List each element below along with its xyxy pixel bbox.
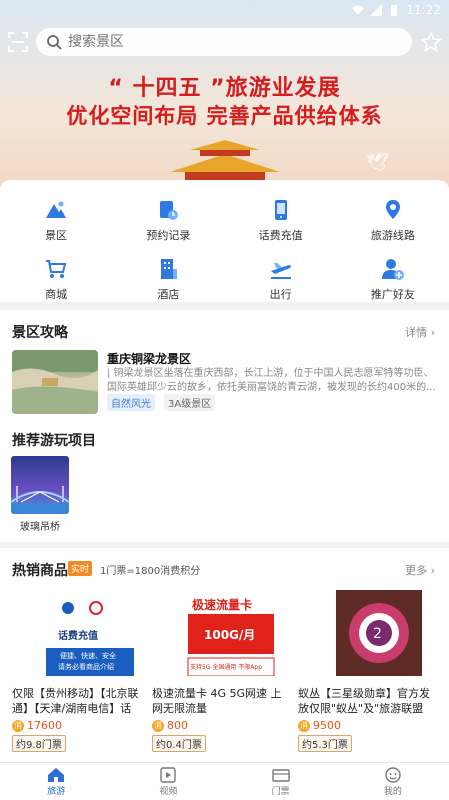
nav-label: 我的 (383, 786, 402, 797)
product-image-subtitle: 100G/月 (204, 628, 256, 642)
search-input[interactable] (68, 34, 368, 50)
product-image-subtitle: 便捷、快速、安全 (60, 652, 116, 660)
coin-icon: 消 (12, 719, 24, 732)
quick-label: 景区 (45, 229, 68, 242)
attraction-card[interactable]: 重庆铜梁龙景区 | 铜梁龙景区坐落在重庆西部，长江上游，位于中国人民志愿军特等功… (12, 350, 437, 416)
quick-item-scenic[interactable]: 景区 (0, 198, 112, 243)
product-image: 极速流量卡 100G/月 支持5G 全国通用 不限App (164, 590, 276, 677)
nav-label: 门票 (271, 786, 290, 797)
plane-icon (270, 263, 291, 279)
add-friend-icon (381, 259, 404, 280)
product-card[interactable]: 极速流量卡 100G/月 支持5G 全国通用 不限App 极速流量卡 4G 5G… (152, 590, 288, 752)
banner-title: “ 十四五 ”旅游业发展 (108, 76, 341, 101)
quick-item-hotel[interactable]: 酒店 (112, 257, 224, 302)
product-price-row: 消 800 (152, 719, 288, 732)
nav-tickets[interactable]: 门票 (225, 763, 337, 800)
product-card[interactable]: 话费充值 便捷、快速、安全 请务必看商品介绍 仅限【贵州移动】【北京联通】【天津… (12, 590, 148, 752)
guide-section-title: 景区攻略 (12, 325, 68, 341)
attraction-thumbnail (12, 350, 98, 414)
quick-item-mall[interactable]: 商城 (0, 257, 112, 302)
project-card[interactable]: 玻璃吊桥 (11, 456, 69, 533)
banner-subtitle: 优化空间布局 完善产品供给体系 (66, 104, 383, 128)
realtime-badge: 实时 (68, 561, 93, 576)
attraction-tag: 自然风光 (107, 394, 155, 411)
search-row (0, 28, 449, 56)
coin-icon: 消 (152, 719, 164, 732)
profile-icon (385, 766, 401, 783)
dove-icon: 🕊 (366, 152, 389, 173)
quick-label: 话费充值 (258, 229, 303, 242)
quick-item-invite[interactable]: 推广好友 (337, 257, 449, 302)
svg-text:2: 2 (373, 626, 382, 642)
product-price: 9500 (313, 719, 341, 732)
quick-label: 出行 (269, 288, 292, 301)
status-time: 11:22 (406, 3, 441, 17)
home-icon (48, 767, 65, 782)
product-card[interactable]: 2 蚁丛【三星级勋章】官方发放仅限"蚁丛"及"旅游联盟链"三星... 消 950… (298, 590, 434, 752)
product-price: 17600 (27, 719, 62, 732)
projects-section-title: 推荐游玩项目 (12, 433, 96, 449)
coin-icon: 消 (298, 719, 310, 732)
bottom-nav: 旅游 视频 门票 我的 (0, 762, 449, 800)
status-bar: 11:22 (0, 0, 449, 20)
nav-video[interactable]: 视频 (112, 763, 224, 800)
product-image-note: 支持5G 全国通用 不限App (190, 664, 263, 671)
quick-label: 酒店 (157, 288, 180, 301)
product-tickets: 约5.3门票 (298, 735, 352, 752)
nav-travel[interactable]: 旅游 (0, 763, 112, 800)
nav-label: 视频 (159, 786, 178, 797)
project-thumbnail (11, 456, 69, 514)
cart-icon (46, 260, 67, 278)
product-image: 话费充值 便捷、快速、安全 请务必看商品介绍 (24, 590, 136, 676)
quick-label: 旅游线路 (370, 229, 415, 242)
product-image-note: 请务必看商品介绍 (58, 663, 114, 671)
search-bar[interactable] (36, 28, 412, 56)
video-icon (160, 766, 177, 783)
quick-item-booking[interactable]: 预约记录 (112, 198, 224, 243)
battery-icon (391, 5, 398, 16)
hotel-icon (161, 259, 178, 279)
hot-goods-title: 热销商品 (12, 563, 68, 579)
ticket-icon (271, 768, 290, 782)
phone-recharge-icon (274, 200, 287, 220)
nav-profile[interactable]: 我的 (337, 763, 449, 800)
product-image-title: 极速流量卡 (192, 598, 253, 612)
quick-item-recharge[interactable]: 话费充值 (225, 198, 337, 243)
nav-label: 旅游 (47, 786, 66, 797)
product-price-row: 消 9500 (298, 719, 434, 732)
quick-label: 预约记录 (146, 229, 191, 242)
product-tickets: 约0.4门票 (152, 735, 206, 752)
signal-icon (370, 4, 383, 16)
quick-menu: 景区 预约记录 话费充值 旅游线路 商城 酒店 出行 推广好友 (0, 180, 449, 302)
wifi-icon (352, 5, 365, 15)
attraction-name: 重庆铜梁龙景区 (107, 352, 192, 366)
booking-record-icon (160, 201, 179, 220)
quick-item-routes[interactable]: 旅游线路 (337, 198, 449, 243)
attraction-description: | 铜梁龙景区坐落在重庆西部，长江上游，位于中国人民志愿军特等功臣、国际英雄邱少… (107, 368, 436, 393)
product-price: 800 (167, 719, 188, 732)
mountain-icon (46, 201, 67, 218)
product-title: 蚁丛【三星级勋章】官方发放仅限"蚁丛"及"旅游联盟链"三星... (298, 687, 430, 715)
guide-more-link[interactable]: 详情 › (405, 324, 435, 340)
product-tickets: 约9.8门票 (12, 735, 66, 752)
product-title: 仅限【贵州移动】【北京联通】【天津/湖南电信】话费... (12, 687, 139, 715)
scan-icon[interactable] (8, 32, 28, 52)
product-image-title: 话费充值 (58, 631, 98, 642)
product-image: 2 (310, 590, 422, 676)
points-note: 1门票=1800消费积分 (100, 566, 201, 577)
quick-item-travel[interactable]: 出行 (225, 257, 337, 302)
quick-label: 商城 (45, 288, 68, 301)
attraction-tag: 3A级景区 (164, 394, 216, 411)
project-name: 玻璃吊桥 (20, 522, 60, 533)
product-price-row: 消 17600 (12, 719, 148, 732)
quick-label: 推广好友 (370, 288, 415, 301)
favorite-star-icon[interactable] (420, 31, 442, 53)
hot-goods-more-link[interactable]: 更多 › (405, 562, 435, 578)
search-icon (47, 35, 62, 50)
product-title: 极速流量卡 4G 5G网速 上网无限流量 (152, 687, 282, 715)
route-pin-icon (385, 200, 400, 219)
